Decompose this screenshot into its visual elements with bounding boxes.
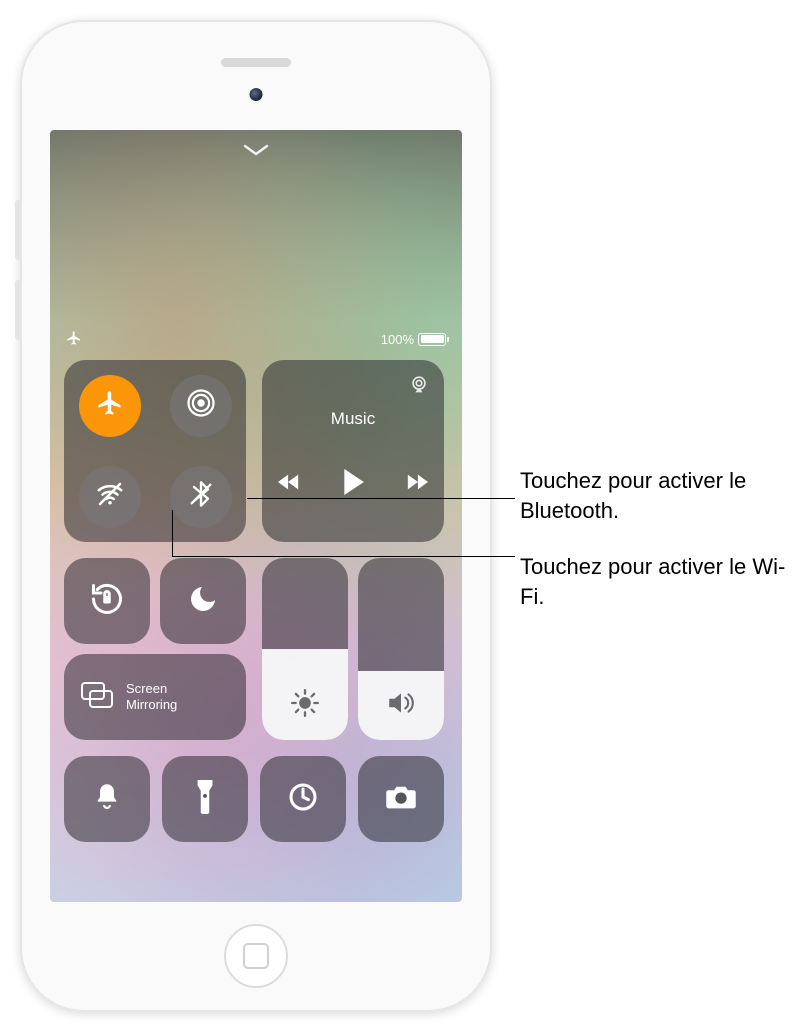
brightness-slider[interactable] xyxy=(262,558,348,740)
volume-slider[interactable] xyxy=(358,558,444,740)
airdrop-toggle[interactable] xyxy=(170,375,232,437)
camera-button[interactable] xyxy=(358,756,444,842)
prev-track-button[interactable] xyxy=(278,473,300,496)
airplane-mode-toggle[interactable] xyxy=(79,375,141,437)
rotation-lock-icon xyxy=(89,581,125,622)
status-bar: 100% xyxy=(50,328,462,350)
do-not-disturb-toggle[interactable] xyxy=(160,558,246,644)
timer-icon xyxy=(287,781,319,818)
volume-up-hw xyxy=(15,200,20,260)
silent-mode-button[interactable] xyxy=(64,756,150,842)
play-button[interactable] xyxy=(342,469,364,500)
next-track-button[interactable] xyxy=(406,473,428,496)
rotation-lock-toggle[interactable] xyxy=(64,558,150,644)
battery-icon xyxy=(418,333,446,346)
moon-icon xyxy=(187,583,219,620)
music-title: Music xyxy=(331,409,375,429)
flashlight-button[interactable] xyxy=(162,756,248,842)
volume-down-hw xyxy=(15,280,20,340)
brightness-icon xyxy=(291,689,319,722)
airplane-status-icon xyxy=(66,330,82,349)
volume-icon xyxy=(386,689,416,722)
screen-mirroring-label: Screen Mirroring xyxy=(126,681,177,712)
home-button[interactable] xyxy=(224,924,288,988)
bluetooth-toggle[interactable] xyxy=(170,466,232,528)
wifi-off-icon xyxy=(95,479,125,514)
airplay-audio-icon[interactable] xyxy=(408,374,430,401)
airplane-icon xyxy=(96,389,124,422)
bottom-shortcut-row xyxy=(64,756,444,842)
connectivity-panel[interactable] xyxy=(64,360,246,542)
speaker-grille xyxy=(221,58,291,67)
device-frame: 100% xyxy=(20,20,492,1012)
callout-line-bluetooth xyxy=(247,498,515,499)
front-camera xyxy=(250,88,263,101)
callout-line-wifi-vert xyxy=(172,510,173,556)
bluetooth-off-icon xyxy=(187,480,215,513)
callout-wifi: Touchez pour activer le Wi-Fi. xyxy=(520,552,790,611)
control-center: Music xyxy=(64,360,448,888)
callout-line-wifi xyxy=(172,556,515,557)
camera-icon xyxy=(384,783,418,816)
screen-mirroring-button[interactable]: Screen Mirroring xyxy=(64,654,246,740)
battery-percent: 100% xyxy=(381,332,414,347)
chevron-down-icon[interactable] xyxy=(243,144,269,163)
music-panel[interactable]: Music xyxy=(262,360,444,542)
timer-button[interactable] xyxy=(260,756,346,842)
screen-mirroring-icon xyxy=(80,681,114,714)
airdrop-icon xyxy=(186,388,216,423)
flashlight-icon xyxy=(195,780,215,819)
screen: 100% xyxy=(50,130,462,902)
wifi-toggle[interactable] xyxy=(79,466,141,528)
bell-icon xyxy=(93,782,121,817)
callout-bluetooth: Touchez pour activer le Bluetooth. xyxy=(520,466,790,525)
